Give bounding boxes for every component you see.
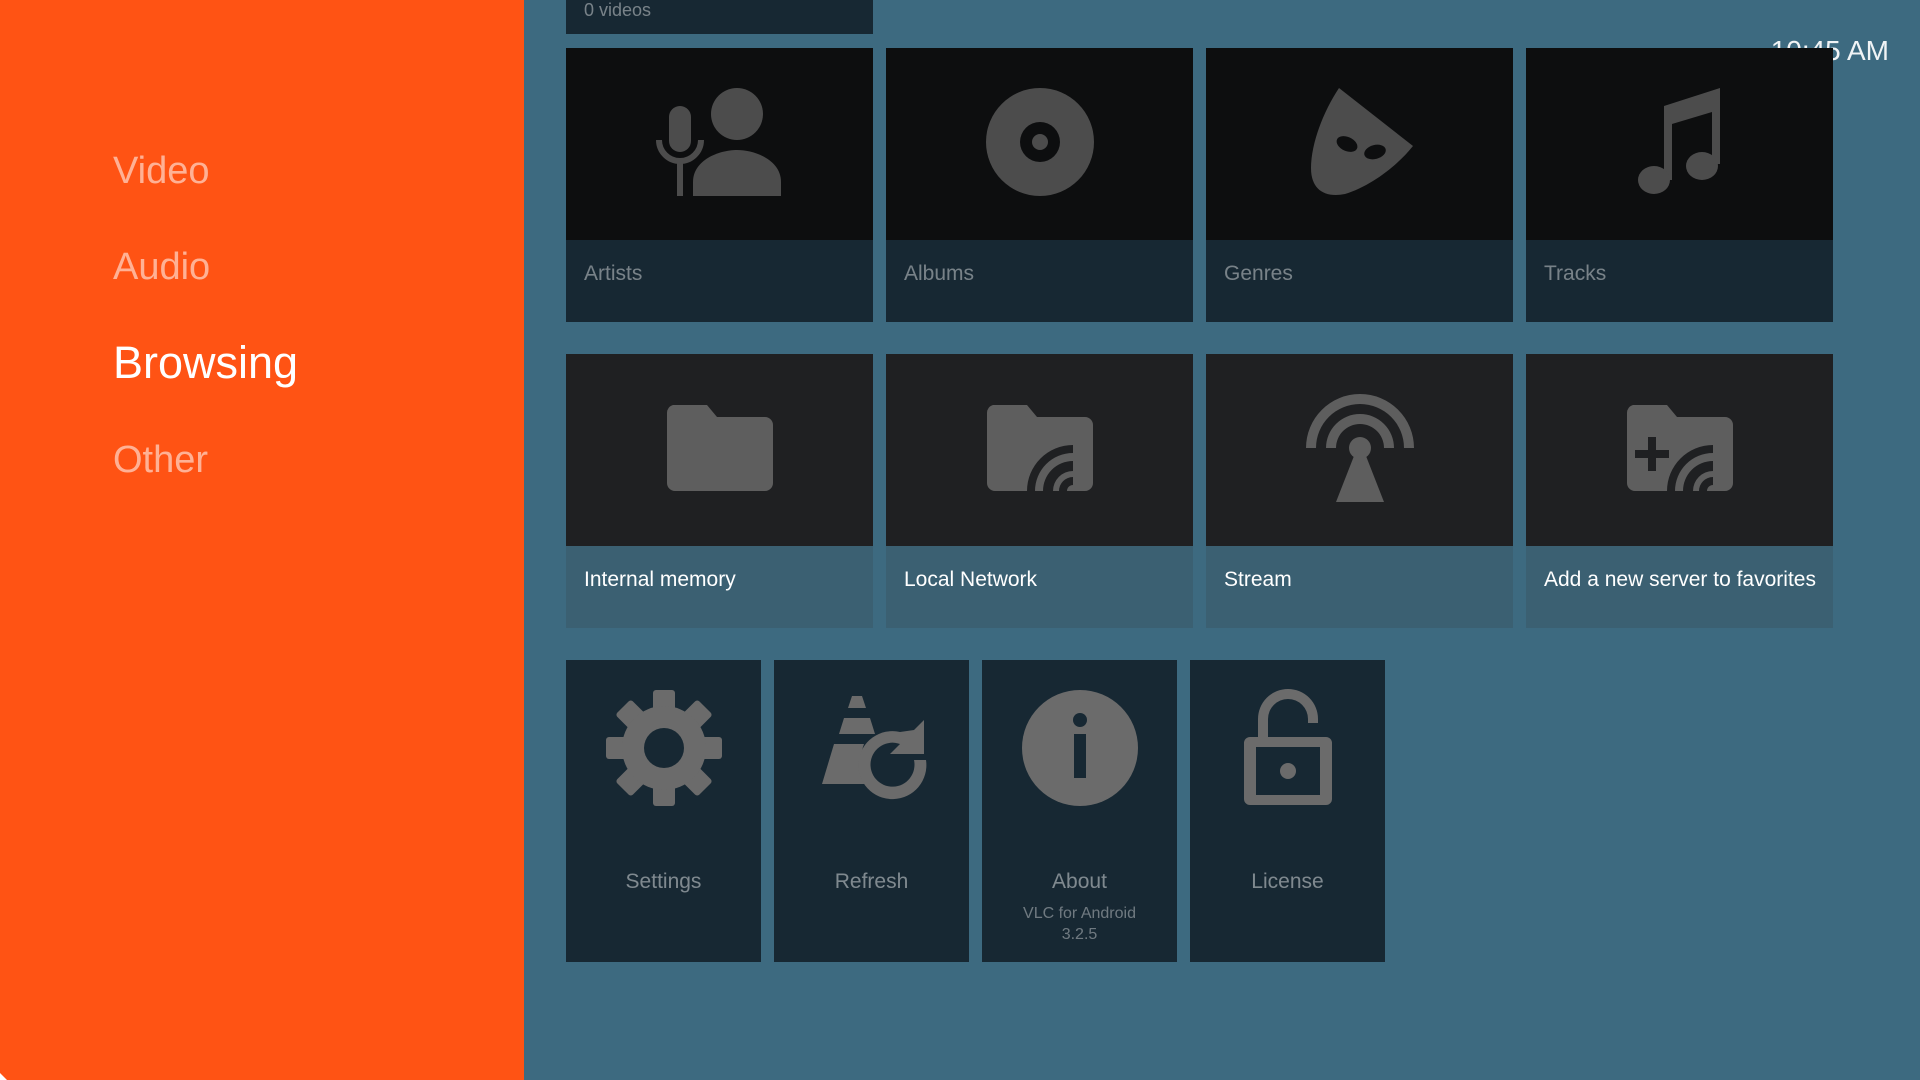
card-caption: Internal memory <box>566 546 873 628</box>
card-art <box>982 685 1177 815</box>
card-albums[interactable]: Albums <box>886 48 1193 322</box>
card-caption: Local Network <box>886 546 1193 628</box>
license-button[interactable]: License <box>1190 660 1385 962</box>
card-label: Local Network <box>904 568 1038 591</box>
video-card-partial[interactable]: 0 videos <box>566 0 873 34</box>
network-folder-icon <box>985 403 1095 498</box>
sidebar-item-video[interactable]: Video <box>113 147 210 195</box>
stream-antenna-icon <box>1304 392 1416 509</box>
card-genres[interactable]: Genres <box>1206 48 1513 322</box>
refresh-button[interactable]: Refresh <box>774 660 969 962</box>
card-label: Add a new server to favorites <box>1544 568 1816 591</box>
card-local-network[interactable]: Local Network <box>886 354 1193 628</box>
info-icon <box>1021 689 1138 811</box>
card-label: License <box>1251 870 1324 893</box>
about-button[interactable]: About VLC for Android 3.2.5 <box>982 660 1177 962</box>
card-label: Tracks <box>1544 262 1607 285</box>
refresh-cone-icon <box>812 692 932 809</box>
folder-icon <box>665 403 775 498</box>
gear-icon <box>605 689 722 811</box>
card-art <box>886 48 1193 240</box>
card-label: Settings <box>625 870 702 893</box>
card-label: Albums <box>904 262 975 285</box>
card-caption: Stream <box>1206 546 1513 628</box>
artist-icon <box>655 86 785 203</box>
sidebar-item-other[interactable]: Other <box>113 436 208 484</box>
card-label: About <box>1052 870 1107 893</box>
genre-mask-icon <box>1305 86 1415 203</box>
card-label: Genres <box>1224 262 1293 285</box>
card-art <box>1526 48 1833 240</box>
card-label: Internal memory <box>584 568 736 591</box>
music-note-icon <box>1637 86 1722 203</box>
card-art <box>566 48 873 240</box>
card-caption: Add a new server to favorites <box>1526 546 1833 628</box>
sidebar-item-browsing[interactable]: Browsing <box>113 339 298 387</box>
card-art <box>1190 685 1385 815</box>
sidebar-item-audio[interactable]: Audio <box>113 243 210 291</box>
card-artists[interactable]: Artists <box>566 48 873 322</box>
card-caption: Albums <box>886 240 1193 322</box>
card-label: Refresh <box>834 870 909 893</box>
card-art <box>886 354 1193 546</box>
add-server-folder-icon <box>1625 403 1735 498</box>
card-caption: Genres <box>1206 240 1513 322</box>
corner-indicator <box>0 1073 7 1080</box>
settings-button[interactable]: Settings <box>566 660 761 962</box>
card-label: Stream <box>1224 568 1292 591</box>
album-icon <box>985 87 1095 202</box>
card-art <box>1206 48 1513 240</box>
card-tracks[interactable]: Tracks <box>1526 48 1833 322</box>
card-art <box>1206 354 1513 546</box>
card-art <box>566 685 761 815</box>
card-art <box>774 685 969 815</box>
sidebar: Video Audio Browsing Other <box>0 0 524 1080</box>
card-stream[interactable]: Stream <box>1206 354 1513 628</box>
card-add-server[interactable]: Add a new server to favorites <box>1526 354 1833 628</box>
card-art <box>566 354 873 546</box>
version-label: VLC for Android 3.2.5 <box>1023 905 1136 943</box>
unlock-icon <box>1242 688 1334 812</box>
card-caption: Tracks <box>1526 240 1833 322</box>
video-count-label: 0 videos <box>584 0 652 20</box>
card-internal-memory[interactable]: Internal memory <box>566 354 873 628</box>
card-caption: Artists <box>566 240 873 322</box>
card-label: Artists <box>584 262 643 285</box>
card-art <box>1526 354 1833 546</box>
